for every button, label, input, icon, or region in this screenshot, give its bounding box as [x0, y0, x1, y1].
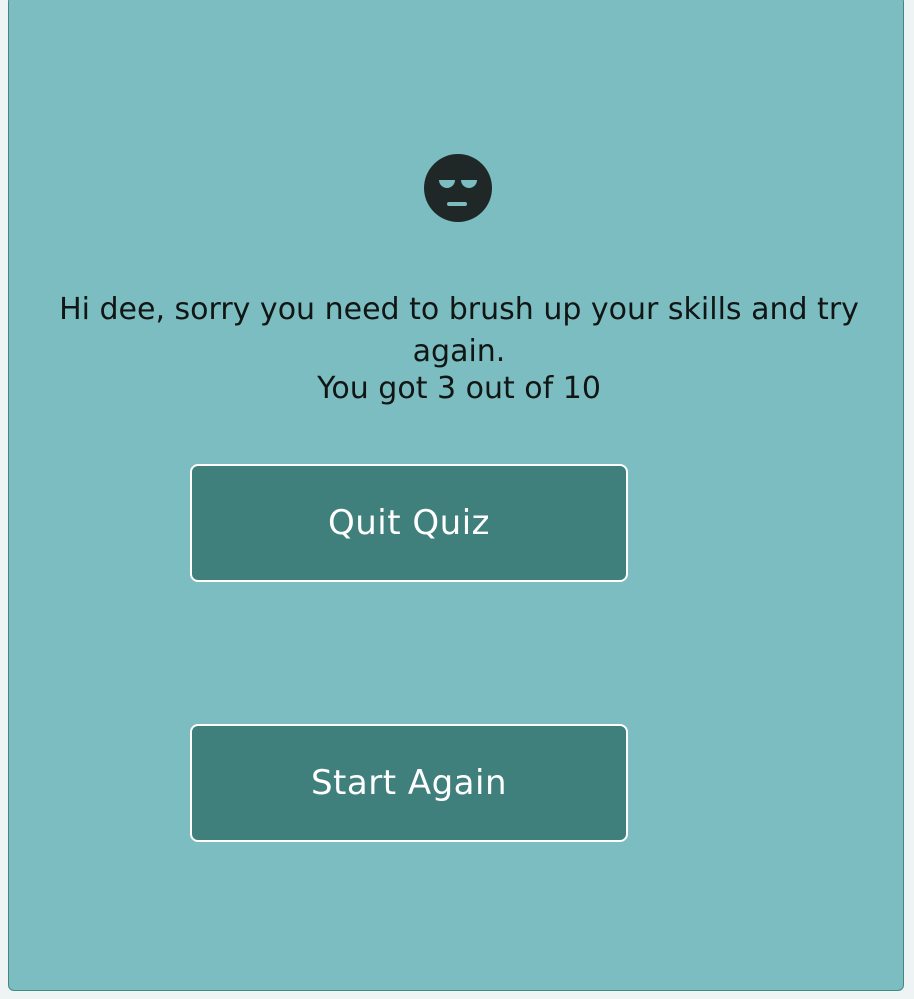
score-text: You got 3 out of 10	[317, 371, 601, 406]
face-with-rolling-eyes-icon	[424, 154, 492, 222]
quit-quiz-button[interactable]: Quit Quiz	[190, 464, 628, 582]
result-message: Hi dee, sorry you need to brush up your …	[59, 292, 859, 369]
results-panel: Hi dee, sorry you need to brush up your …	[8, 0, 904, 991]
start-again-button[interactable]: Start Again	[190, 724, 628, 842]
